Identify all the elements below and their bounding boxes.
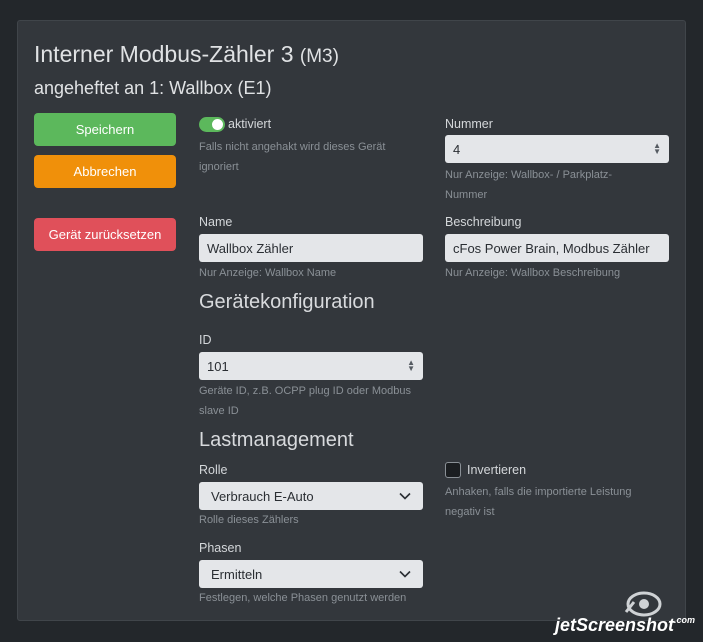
activated-label: aktiviert	[228, 117, 272, 131]
phasen-label: Phasen	[199, 541, 242, 555]
phasen-hint: Festlegen, welche Phasen genutzt werden	[199, 592, 407, 604]
nummer-value: 4	[453, 141, 461, 157]
name-label: Name	[199, 215, 233, 229]
phasen-value: Ermitteln	[211, 566, 263, 582]
nummer-hint: Nur Anzeige: Wallbox- / Parkplatz-Nummer	[445, 169, 613, 201]
title-tag: (M3)	[299, 46, 339, 67]
name-value: Wallbox Zähler	[207, 240, 294, 256]
save-button[interactable]: Speichern	[34, 113, 176, 146]
id-label: ID	[199, 333, 212, 347]
lastmanagement-heading: Lastmanagement	[199, 429, 354, 451]
name-input[interactable]: Wallbox Zähler	[199, 234, 423, 262]
id-input[interactable]: 101 ▲ ▼	[199, 352, 423, 380]
page-title: Interner Modbus-Zähler 3 (M3)	[34, 41, 339, 68]
phasen-select[interactable]: Ermitteln	[199, 560, 423, 588]
page-subtitle: angeheftet an 1: Wallbox (E1)	[34, 78, 272, 98]
activated-hint: Falls nicht angehakt wird dieses Gerät i…	[199, 141, 386, 173]
chevron-down-icon	[399, 570, 411, 578]
rolle-hint: Rolle dieses Zählers	[199, 514, 299, 526]
activated-toggle[interactable]	[199, 117, 225, 132]
invertieren-checkbox[interactable]	[445, 462, 461, 478]
nummer-label: Nummer	[445, 117, 493, 131]
beschreibung-input[interactable]: cFos Power Brain, Modbus Zähler	[445, 234, 669, 262]
id-spinner-icon[interactable]: ▲ ▼	[407, 359, 415, 373]
beschreibung-value: cFos Power Brain, Modbus Zähler	[453, 240, 650, 256]
invertieren-label: Invertieren	[467, 463, 527, 477]
name-hint: Nur Anzeige: Wallbox Name	[199, 267, 337, 279]
rolle-label: Rolle	[199, 463, 228, 477]
number-spinner-icon[interactable]: ▲ ▼	[653, 142, 661, 156]
device-settings-panel: Interner Modbus-Zähler 3 (M3) angeheftet…	[17, 20, 686, 621]
chevron-down-icon	[399, 492, 411, 500]
id-hint: Geräte ID, z.B. OCPP plug ID oder Modbus…	[199, 385, 411, 417]
beschreibung-label: Beschreibung	[445, 215, 522, 229]
title-text: Interner Modbus-Zähler 3	[34, 41, 294, 67]
beschreibung-hint: Nur Anzeige: Wallbox Beschreibung	[445, 267, 621, 279]
geraetekonfiguration-heading: Gerätekonfiguration	[199, 291, 375, 313]
reset-device-button[interactable]: Gerät zurücksetzen	[34, 218, 176, 251]
invertieren-hint: Anhaken, falls die importierte Leistung …	[445, 486, 632, 518]
id-value: 101	[207, 358, 229, 374]
watermark: jetScreenshot.com	[555, 615, 695, 636]
nummer-input[interactable]: 4 ▲ ▼	[445, 135, 669, 163]
rolle-value: Verbrauch E-Auto	[211, 488, 314, 504]
watermark-text: jetScreenshot	[554, 615, 674, 635]
watermark-suffix: .com	[673, 615, 695, 625]
cancel-button[interactable]: Abbrechen	[34, 155, 176, 188]
rolle-select[interactable]: Verbrauch E-Auto	[199, 482, 423, 510]
